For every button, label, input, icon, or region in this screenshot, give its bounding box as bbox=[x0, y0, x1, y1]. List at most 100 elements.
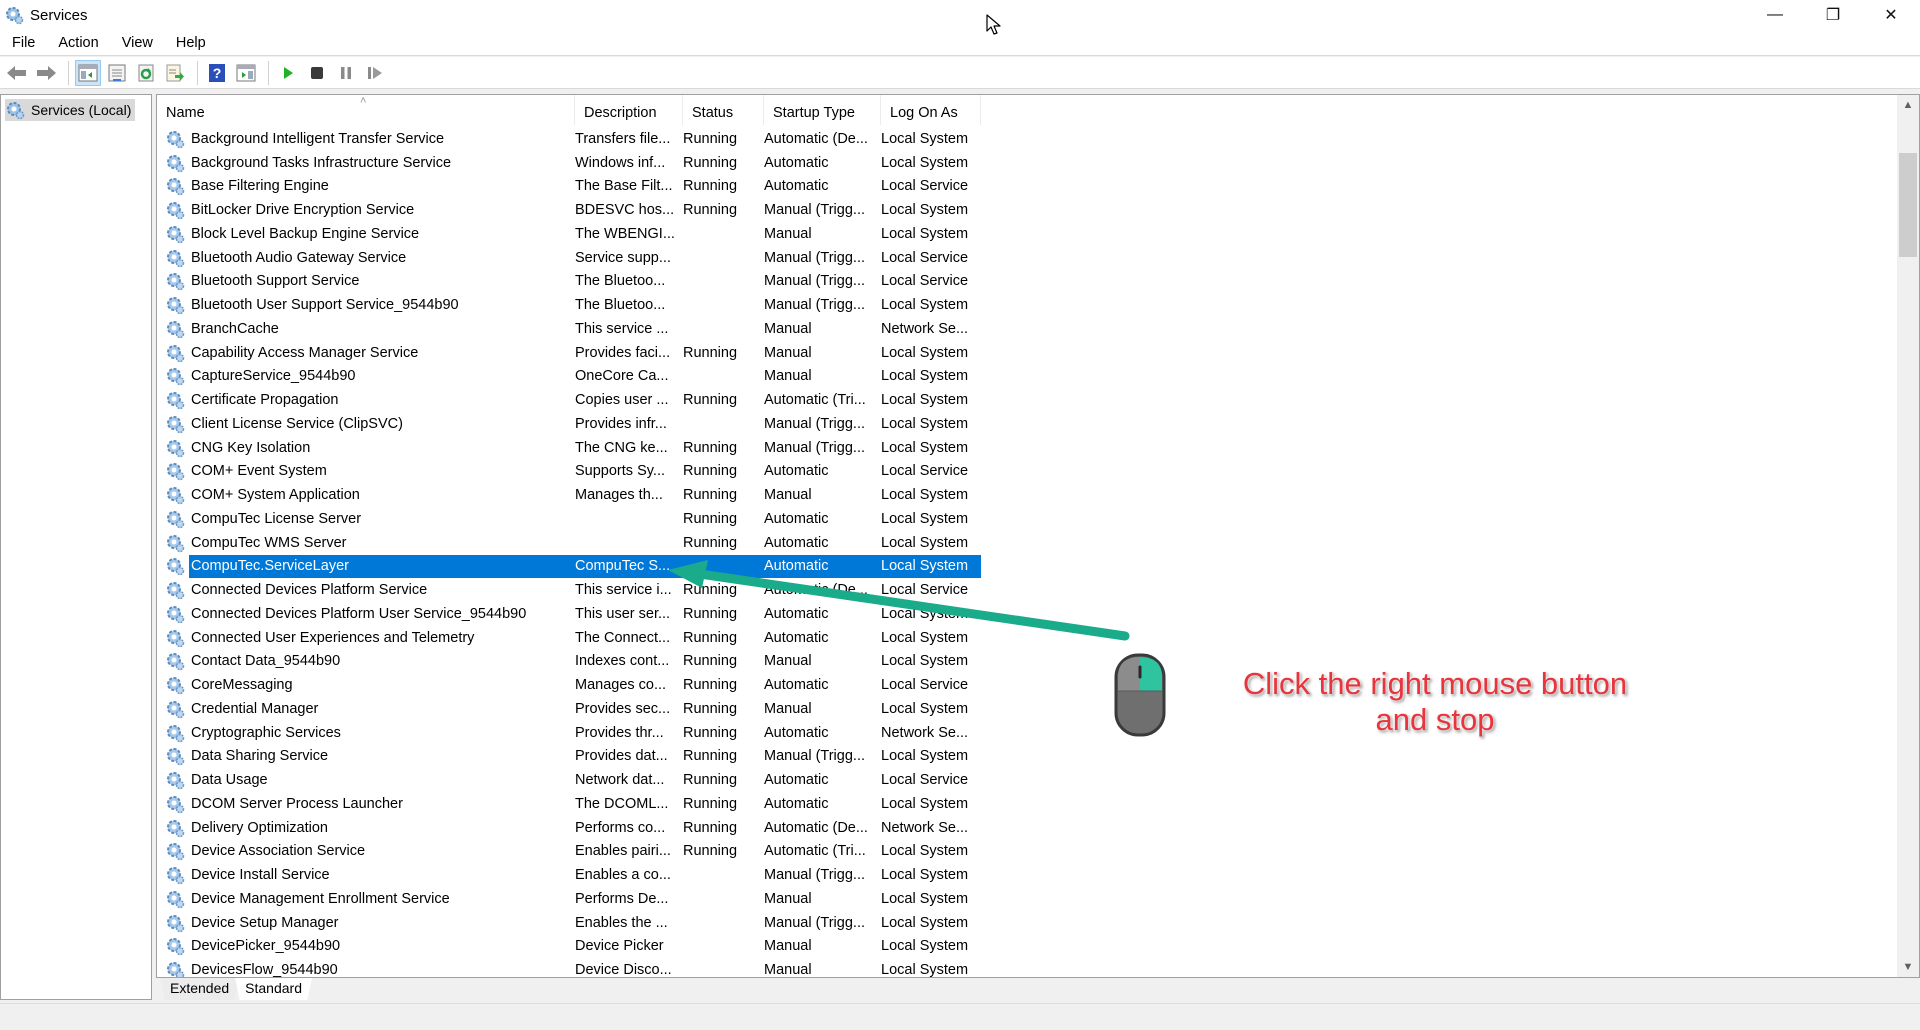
tree-item-services-local[interactable]: Services (Local) bbox=[5, 99, 136, 121]
cell-description: Provides sec... bbox=[575, 700, 671, 717]
refresh-button[interactable] bbox=[133, 60, 159, 86]
cell-log-on-as: Local System bbox=[881, 415, 969, 432]
play-icon bbox=[284, 66, 293, 79]
cell-log-on-as: Local System bbox=[881, 487, 969, 504]
table-row[interactable]: Device Management Enrollment Service Perf… bbox=[157, 887, 1919, 911]
cell-log-on-as: Local Service bbox=[881, 463, 969, 480]
tab-standard[interactable]: Standard bbox=[235, 978, 312, 1000]
table-row[interactable]: Client License Service (ClipSVC) Provides… bbox=[157, 412, 1919, 436]
cell-log-on-as: Local System bbox=[881, 534, 969, 551]
restore-button[interactable]: ❐ bbox=[1804, 0, 1862, 30]
column-header-log-on-as[interactable]: Log On As bbox=[881, 95, 981, 125]
table-row[interactable]: CaptureService_9544b90 OneCore Ca... Manua… bbox=[157, 365, 1919, 389]
service-gear-icon bbox=[167, 297, 185, 315]
table-row[interactable]: Bluetooth Support Service The Bluetoo... M… bbox=[157, 270, 1919, 294]
cell-log-on-as: Local System bbox=[881, 867, 969, 884]
tab-extended[interactable]: Extended bbox=[160, 978, 240, 1000]
menu-action[interactable]: Action bbox=[46, 35, 109, 51]
service-name: Device Setup Manager bbox=[191, 914, 339, 931]
table-row[interactable]: Bluetooth Audio Gateway Service Service s… bbox=[157, 246, 1919, 270]
table-row[interactable]: Connected Devices Platform User Service_… bbox=[157, 602, 1919, 626]
table-row[interactable]: Block Level Backup Engine Service The WBE… bbox=[157, 222, 1919, 246]
forward-button[interactable] bbox=[33, 60, 59, 86]
console-tree-icon bbox=[78, 64, 98, 81]
action-pane-icon bbox=[236, 64, 256, 81]
table-row[interactable]: BranchCache This service ... Manual Network… bbox=[157, 317, 1919, 341]
export-icon bbox=[166, 64, 184, 81]
cell-name: Connected Devices Platform User Service_… bbox=[157, 602, 575, 626]
table-row[interactable]: Delivery Optimization Performs co... Runni… bbox=[157, 816, 1919, 840]
cell-description: Enables pairi... bbox=[575, 843, 671, 860]
refresh-icon bbox=[138, 64, 154, 81]
cell-log-on-as: Local System bbox=[881, 653, 969, 670]
menu-view[interactable]: View bbox=[110, 35, 164, 51]
close-button[interactable]: ✕ bbox=[1862, 0, 1920, 30]
table-row[interactable]: Device Install Service Enables a co... Man… bbox=[157, 863, 1919, 887]
table-row[interactable]: Device Setup Manager Enables the ... Manua… bbox=[157, 911, 1919, 935]
cell-name: DevicesFlow_9544b90 bbox=[157, 958, 575, 977]
table-row[interactable]: BitLocker Drive Encryption Service BDESVC… bbox=[157, 198, 1919, 222]
cell-name: CNG Key Isolation bbox=[157, 436, 575, 460]
restore-icon: ❐ bbox=[1825, 7, 1841, 24]
service-name: Connected Devices Platform Service bbox=[191, 582, 428, 599]
stop-service-button[interactable] bbox=[304, 60, 330, 86]
table-row[interactable]: CompuTec.ServiceLayer CompuTec S... Automa… bbox=[157, 554, 1919, 579]
column-header-filler bbox=[981, 95, 1919, 125]
minimize-icon: — bbox=[1767, 6, 1783, 23]
cell-name: Bluetooth Audio Gateway Service bbox=[157, 246, 575, 270]
table-row[interactable]: Background Intelligent Transfer Service T… bbox=[157, 127, 1919, 151]
table-row[interactable]: Connected User Experiences and Telemetry… bbox=[157, 626, 1919, 650]
back-button[interactable] bbox=[4, 60, 30, 86]
menu-file[interactable]: File bbox=[0, 35, 46, 51]
service-name: Data Usage bbox=[191, 772, 268, 789]
table-row[interactable]: Bluetooth User Support Service_9544b90 Th… bbox=[157, 293, 1919, 317]
annotation-instruction: Click the right mouse button and stop bbox=[1200, 666, 1670, 738]
table-row[interactable]: Data Usage Network dat... Running Automatic… bbox=[157, 768, 1919, 792]
table-row[interactable]: Connected Devices Platform Service This s… bbox=[157, 578, 1919, 602]
cell-description: Windows inf... bbox=[575, 154, 666, 171]
properties-button[interactable] bbox=[104, 60, 130, 86]
console-tree-button[interactable] bbox=[75, 59, 101, 86]
cell-name: Connected Devices Platform Service bbox=[157, 578, 575, 602]
cell-name: CompuTec License Server bbox=[157, 507, 575, 531]
table-row[interactable]: CompuTec License Server Running Automatic L… bbox=[157, 507, 1919, 531]
service-name: COM+ Event System bbox=[191, 463, 327, 480]
cell-log-on-as: Local System bbox=[881, 890, 969, 907]
table-row[interactable]: Device Association Service Enables pairi.… bbox=[157, 840, 1919, 864]
table-row[interactable]: Capability Access Manager Service Provide… bbox=[157, 341, 1919, 365]
pause-service-button[interactable] bbox=[333, 60, 359, 86]
help-button[interactable]: ? bbox=[204, 60, 230, 86]
table-row[interactable]: Base Filtering Engine The Base Filt... Run… bbox=[157, 175, 1919, 199]
menu-help[interactable]: Help bbox=[164, 35, 217, 51]
service-gear-icon bbox=[167, 558, 185, 576]
vertical-scrollbar[interactable]: ▲ ▼ bbox=[1897, 95, 1919, 977]
annotation-line-1: Click the right mouse button bbox=[1242, 666, 1628, 701]
cell-startup-type: Manual bbox=[764, 938, 812, 955]
table-row[interactable]: DCOM Server Process Launcher The DCOML...… bbox=[157, 792, 1919, 816]
minimize-button[interactable]: — bbox=[1746, 0, 1804, 30]
scroll-up-icon[interactable]: ▲ bbox=[1897, 95, 1919, 115]
cell-name: Data Usage bbox=[157, 768, 575, 792]
table-row[interactable]: COM+ Event System Supports Sy... Running Au… bbox=[157, 460, 1919, 484]
export-list-button[interactable] bbox=[162, 60, 188, 86]
table-row[interactable]: CNG Key Isolation The CNG ke... Running Man… bbox=[157, 436, 1919, 460]
scrollbar-thumb[interactable] bbox=[1899, 153, 1917, 257]
start-service-button[interactable] bbox=[275, 60, 301, 86]
cell-log-on-as: Local System bbox=[881, 297, 969, 314]
cell-description: Service supp... bbox=[575, 249, 671, 266]
table-row[interactable]: DevicePicker_9544b90 Device Picker Manual L… bbox=[157, 935, 1919, 959]
table-row[interactable]: Certificate Propagation Copies user ... Ru… bbox=[157, 388, 1919, 412]
service-name: Connected User Experiences and Telemetry bbox=[191, 629, 475, 646]
action-pane-button[interactable] bbox=[233, 60, 259, 86]
column-header-description[interactable]: Description bbox=[575, 95, 683, 125]
restart-service-button[interactable] bbox=[362, 60, 388, 86]
table-row[interactable]: DevicesFlow_9544b90 Device Disco... Manual… bbox=[157, 958, 1919, 977]
column-header-status[interactable]: Status bbox=[683, 95, 764, 125]
column-header-startup-type[interactable]: Startup Type bbox=[764, 95, 881, 125]
table-row[interactable]: CompuTec WMS Server Running Automatic Local… bbox=[157, 531, 1919, 555]
table-row[interactable]: COM+ System Application Manages th... Runn… bbox=[157, 483, 1919, 507]
cell-name: Bluetooth User Support Service_9544b90 bbox=[157, 293, 575, 317]
scroll-down-icon[interactable]: ▼ bbox=[1897, 957, 1919, 977]
table-row[interactable]: Background Tasks Infrastructure Service W… bbox=[157, 151, 1919, 175]
table-row[interactable]: Data Sharing Service Provides dat... Runni… bbox=[157, 745, 1919, 769]
